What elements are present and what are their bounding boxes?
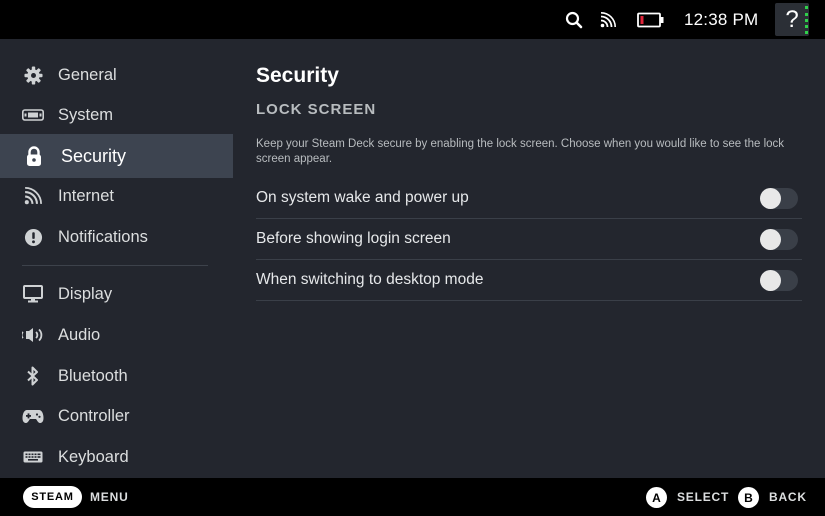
sidebar-item-keyboard[interactable]: Keyboard <box>0 437 233 477</box>
gear-icon <box>22 64 44 86</box>
page-title: Security <box>256 64 339 87</box>
sidebar-item-audio[interactable]: Audio <box>0 315 233 355</box>
section-title: LOCK SCREEN <box>256 101 377 118</box>
settings-content: Security LOCK SCREEN Keep your Steam Dec… <box>233 39 825 478</box>
monitor-icon <box>22 283 44 305</box>
gamepad-icon <box>22 405 44 427</box>
lock-icon <box>23 145 45 167</box>
clock: 12:38 PM <box>684 10 759 29</box>
sidebar-item-label: Audio <box>58 325 101 344</box>
status-bar: 12:38 PM ? <box>0 0 825 39</box>
sidebar-item-label: Bluetooth <box>58 366 128 385</box>
back-hint-label: BACK <box>769 490 807 504</box>
sidebar-item-security[interactable]: Security <box>0 134 233 178</box>
section-description: Keep your Steam Deck secure by enabling … <box>256 138 785 165</box>
desktop-lock-toggle[interactable] <box>760 270 798 291</box>
sidebar-item-label: Controller <box>58 406 130 425</box>
sidebar-item-internet[interactable]: Internet <box>0 176 233 216</box>
system-icon <box>22 104 44 126</box>
wifi-icon <box>22 185 44 207</box>
sidebar-item-general[interactable]: General <box>0 55 233 95</box>
sidebar-item-label: Security <box>61 145 127 166</box>
login-lock-toggle[interactable] <box>760 229 798 250</box>
sidebar-item-label: Keyboard <box>58 447 129 466</box>
battery-icon <box>637 12 664 27</box>
b-button-icon[interactable]: B <box>738 487 759 508</box>
sidebar-divider <box>22 265 208 266</box>
button-hint-bar: STEAM MENU A SELECT B BACK <box>0 478 825 516</box>
sidebar-item-bluetooth[interactable]: Bluetooth <box>0 356 233 396</box>
toggle-knob <box>760 229 781 250</box>
wifi-icon <box>600 11 616 27</box>
network-status[interactable] <box>598 0 618 39</box>
help-button[interactable]: ? <box>775 3 809 36</box>
toggle-knob <box>760 270 781 291</box>
speaker-icon <box>22 324 44 346</box>
bluetooth-icon <box>22 365 44 387</box>
setting-row-login: Before showing login screen <box>256 219 802 260</box>
sidebar-item-notifications[interactable]: Notifications <box>0 217 233 257</box>
settings-sidebar: General System Security Internet Notific… <box>0 39 233 478</box>
menu-hint-label: MENU <box>90 490 129 504</box>
search-button[interactable] <box>563 0 585 39</box>
battery-status[interactable] <box>636 0 666 39</box>
wake-lock-toggle[interactable] <box>760 188 798 209</box>
steam-button[interactable]: STEAM <box>23 486 82 508</box>
a-button-icon[interactable]: A <box>646 487 667 508</box>
alert-icon <box>22 226 44 248</box>
sidebar-item-label: Display <box>58 284 113 303</box>
setting-row-wake: On system wake and power up <box>256 178 802 219</box>
toggle-knob <box>760 188 781 209</box>
sidebar-item-label: System <box>58 105 114 124</box>
setting-label: When switching to desktop mode <box>256 271 484 288</box>
sidebar-item-label: General <box>58 65 117 84</box>
setting-label: On system wake and power up <box>256 189 469 206</box>
search-icon <box>565 11 583 28</box>
setting-row-desktop: When switching to desktop mode <box>256 260 802 301</box>
setting-label: Before showing login screen <box>256 230 451 247</box>
sidebar-item-label: Notifications <box>58 227 148 246</box>
keyboard-icon <box>22 446 44 468</box>
help-icon: ? <box>785 5 799 33</box>
sidebar-item-controller[interactable]: Controller <box>0 396 233 436</box>
sidebar-item-label: Internet <box>58 186 114 205</box>
select-hint-label: SELECT <box>677 490 730 504</box>
sidebar-item-system[interactable]: System <box>0 95 233 135</box>
activity-indicator <box>805 6 808 34</box>
sidebar-item-display[interactable]: Display <box>0 274 233 314</box>
